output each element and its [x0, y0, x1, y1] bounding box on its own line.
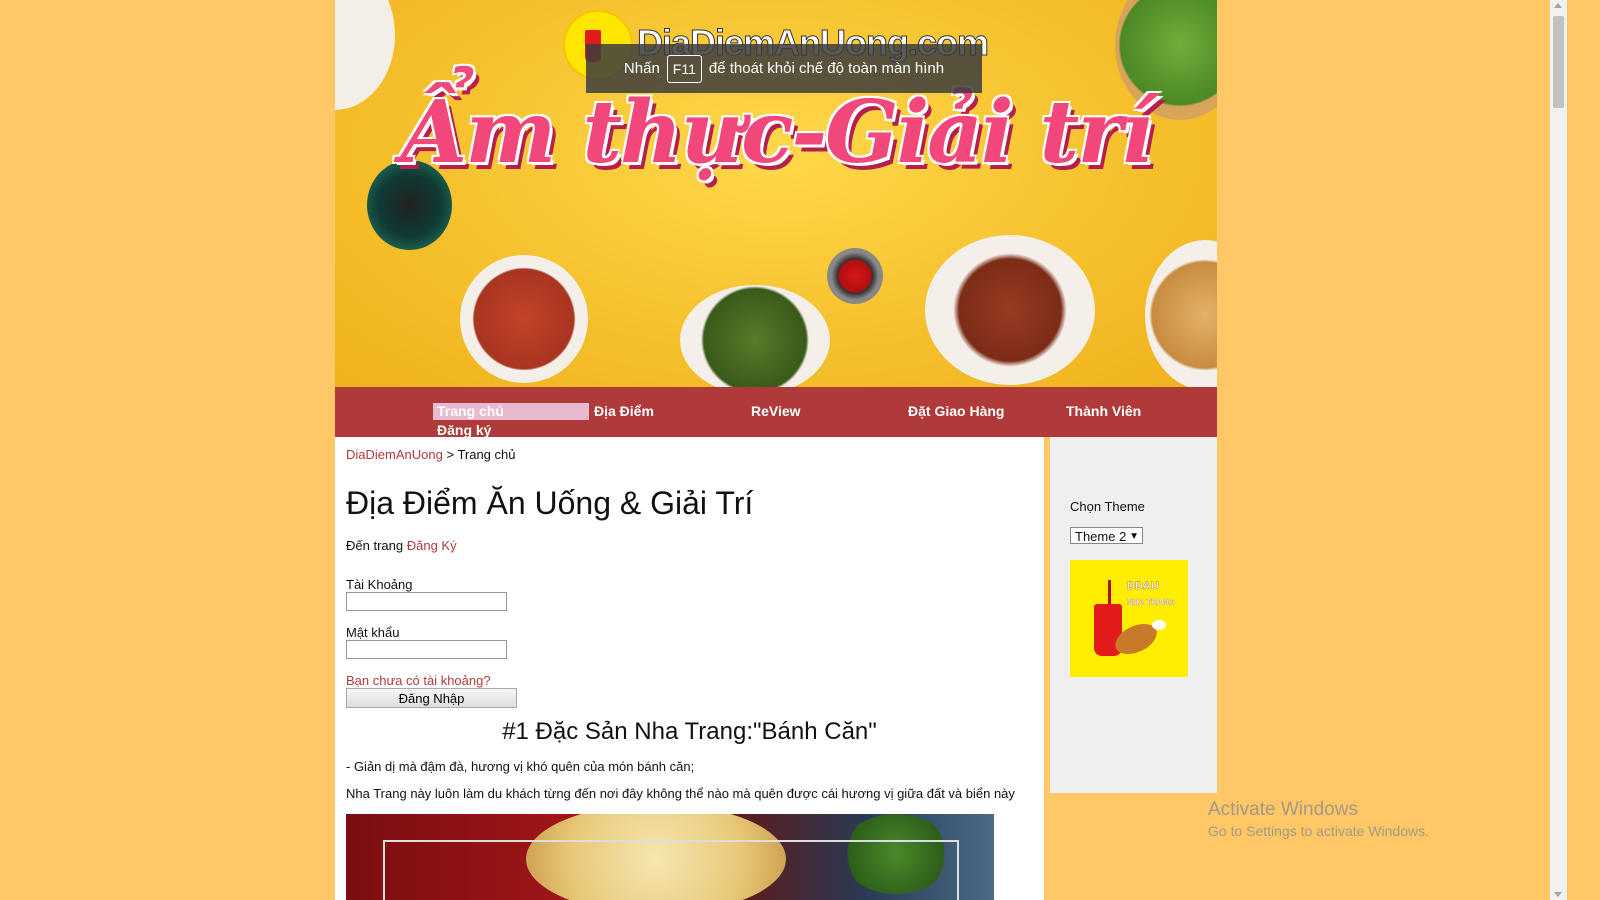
watermark-title: Activate Windows: [1208, 799, 1358, 820]
password-label: Mật khẩu: [346, 625, 400, 640]
banner-dish-spring-rolls: [1145, 240, 1217, 387]
scroll-down-arrow-icon[interactable]: [1554, 892, 1562, 897]
goto-register-prefix: Đến trang: [346, 538, 404, 553]
breadcrumb-separator: >: [446, 447, 455, 462]
scroll-up-arrow-icon[interactable]: [1554, 3, 1562, 8]
account-input[interactable]: [346, 592, 507, 611]
no-account-link[interactable]: Bạn chưa có tài khoảng?: [346, 673, 491, 688]
page-container: DiaDiemAnUong.com Ẩm thực-Giải trí Nhấn …: [335, 0, 1217, 900]
goto-register-link[interactable]: Đăng Ký: [407, 538, 457, 553]
fullscreen-exit-toast: Nhấn F11 để thoát khỏi chế độ toàn màn h…: [586, 44, 982, 93]
nav-item-home[interactable]: Trang chủ: [433, 403, 589, 420]
login-button[interactable]: Đăng Nhập: [346, 688, 517, 708]
nav-item-register[interactable]: Đăng ký: [437, 422, 491, 438]
banner-dish-herbs: [680, 285, 830, 387]
toast-key-badge: F11: [666, 54, 702, 83]
chevron-down-icon: ▼: [1129, 531, 1139, 542]
breadcrumb-root-link[interactable]: DiaDiemAnUong: [346, 447, 443, 462]
scrollbar-thumb[interactable]: [1553, 16, 1564, 108]
toast-text-before: Nhấn: [623, 60, 660, 77]
page-title: Địa Điểm Ăn Uống & Giải Trí: [346, 485, 754, 521]
nav-item-review[interactable]: ReView: [751, 403, 801, 419]
article-paragraph-2: Nha Trang này luôn làm du khách từng đến…: [346, 786, 1015, 801]
account-label: Tài Khoảng: [346, 577, 413, 592]
toast-text-after: để thoát khỏi chế độ toàn màn hình: [708, 60, 945, 77]
nav-item-members[interactable]: Thành Viên: [1066, 403, 1141, 419]
banner-dish-soup: [460, 255, 588, 383]
banner-bottle-cap: [827, 248, 883, 304]
theme-select[interactable]: Theme 2 ▼: [1070, 527, 1143, 544]
theme-label: Chọn Theme: [1070, 499, 1145, 514]
breadcrumb-current: Trang chủ: [457, 447, 516, 462]
logo-bone-icon: [1152, 620, 1166, 630]
theme-select-value: Theme 2: [1075, 529, 1127, 544]
banner-title: Ẩm thực-Giải trí: [400, 82, 1154, 183]
nav-item-delivery[interactable]: Đặt Giao Hàng: [908, 403, 1004, 419]
article-image-banh-can: [346, 814, 994, 900]
main-nav: Trang chủ Địa Điểm ReView Đặt Giao Hàng …: [335, 387, 1217, 438]
password-input[interactable]: [346, 640, 507, 659]
sidebar-logo-subtitle: NHA TRANG: [1127, 598, 1175, 607]
article-title: #1 Đặc Sản Nha Trang:"Bánh Căn": [502, 718, 877, 745]
activate-windows-watermark: Activate Windows Go to Settings to activ…: [1208, 799, 1429, 839]
main-content: DiaDiemAnUong > Trang chủ Địa Điểm Ăn Uố…: [335, 437, 1044, 900]
watermark-subtitle: Go to Settings to activate Windows.: [1208, 823, 1429, 839]
vertical-scrollbar[interactable]: [1550, 0, 1567, 900]
breadcrumb: DiaDiemAnUong > Trang chủ: [346, 447, 516, 462]
sidebar-logo-image: DDAU NHA TRANG: [1070, 560, 1188, 677]
article-image-frame: [383, 840, 959, 900]
sidebar: Chọn Theme Theme 2 ▼ DDAU NHA TRANG: [1050, 437, 1217, 793]
sidebar-logo-title: DDAU: [1127, 580, 1159, 592]
goto-register-line: Đến trang Đăng Ký: [346, 538, 457, 553]
banner-dish-rice: [925, 235, 1095, 385]
header-banner: DiaDiemAnUong.com Ẩm thực-Giải trí Nhấn …: [335, 0, 1217, 387]
nav-item-places[interactable]: Địa Điểm: [594, 403, 654, 419]
article-paragraph-1: - Giản dị mà đậm đà, hương vị khó quên c…: [346, 759, 695, 774]
